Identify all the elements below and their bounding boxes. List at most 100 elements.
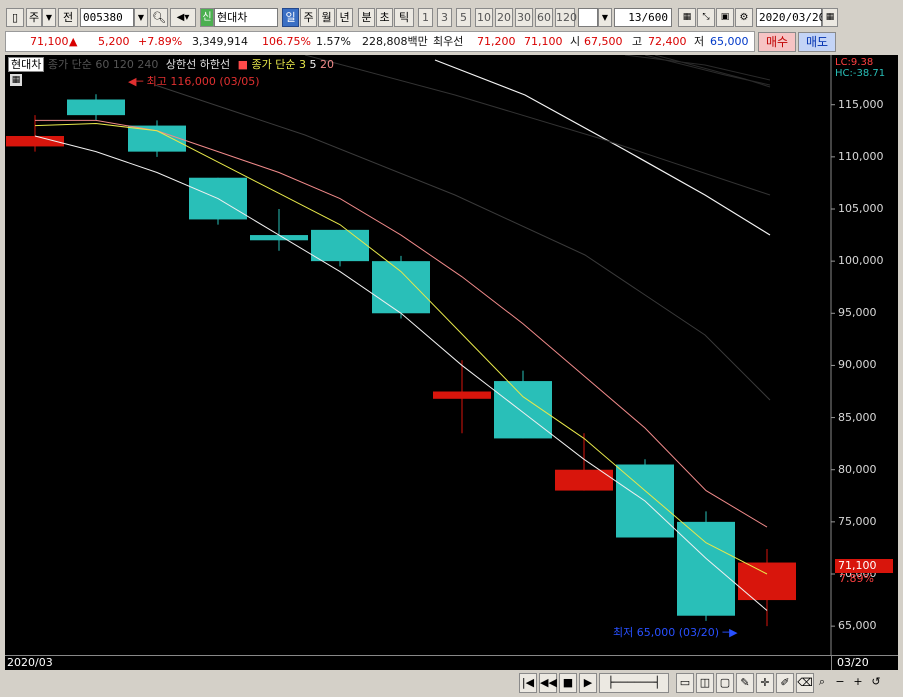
scroll-back-icon[interactable]: ◀◀ xyxy=(539,673,557,693)
frame-icon[interactable]: ▢ xyxy=(716,673,734,693)
candle-body[interactable] xyxy=(250,235,308,241)
zoom-slider[interactable]: ├──────┤ xyxy=(599,673,669,693)
open-price: 67,500 xyxy=(584,35,623,48)
interval-60[interactable]: 60 xyxy=(535,8,553,27)
candle-body[interactable] xyxy=(494,381,552,439)
custom-interval-dropdown-icon[interactable]: ▼ xyxy=(598,8,612,27)
hc-label: HC:-38.71 xyxy=(835,68,886,79)
gear-icon[interactable]: ⚙ xyxy=(735,8,753,27)
interval-30[interactable]: 30 xyxy=(515,8,533,27)
candle-body[interactable] xyxy=(128,125,186,152)
change-up-icon: ▲ xyxy=(69,35,78,48)
reset-icon[interactable]: ↺ xyxy=(868,673,884,693)
legend-ma-5: 5 xyxy=(309,58,317,71)
date-start-label: 2020/03 xyxy=(7,656,53,669)
legend-ma-20: 20 xyxy=(319,58,334,71)
sell-button[interactable]: 매도 xyxy=(798,32,836,52)
best-ask: 71,200 xyxy=(477,35,516,48)
period-button[interactable]: 전 xyxy=(58,8,78,27)
legend-ma-3: 3 xyxy=(298,58,306,71)
window-icon[interactable]: ◫ xyxy=(696,673,714,693)
high-annotation: ◀─ 최고 116,000 (03/05) xyxy=(128,75,260,88)
tab-second[interactable]: 초 xyxy=(376,8,393,27)
legend-long-ma: 종가 단순 60 120 240 xyxy=(47,58,159,71)
price-tick-label: 100,000 xyxy=(838,254,884,268)
candle-body[interactable] xyxy=(433,391,491,399)
calendar-icon[interactable]: ▦ xyxy=(822,8,838,27)
open-label: 시 xyxy=(570,35,581,48)
date-input[interactable]: 2020/03/20 xyxy=(756,8,825,27)
magnifier-icon[interactable]: ⌕ xyxy=(814,673,830,693)
zoom-icon[interactable]: ⤡ xyxy=(697,8,715,27)
stock-name-field[interactable]: 현대차 xyxy=(214,8,278,27)
interval-5[interactable]: 5 xyxy=(456,8,471,27)
bottom-bar-spacer xyxy=(5,673,515,693)
last-price-tag: 71,100 xyxy=(835,559,893,573)
search-icon[interactable]: 🔍︎ xyxy=(150,8,168,27)
new-badge: 신 xyxy=(200,8,214,27)
chart-type-icon[interactable]: ▯ xyxy=(6,8,24,27)
low-label: 저 xyxy=(694,35,705,48)
play-icon[interactable]: ▶ xyxy=(579,673,597,693)
grid-icon[interactable]: ▦ xyxy=(678,8,696,27)
date-axis: 2020/03 03/20 xyxy=(5,655,898,670)
long-ma-lines xyxy=(154,55,771,401)
market-type-select[interactable]: 주 xyxy=(26,8,42,27)
chart-legend: 현대차 종가 단순 60 120 240 상한선 하한선 ■ 종가 단순 3 5… xyxy=(8,56,334,72)
layout-icon[interactable]: ▭ xyxy=(676,673,694,693)
price-tick-label: 90,000 xyxy=(838,358,877,372)
current-price: 71,100 xyxy=(30,35,69,48)
interval-1[interactable]: 1 xyxy=(418,8,433,27)
candle-body[interactable] xyxy=(738,562,796,601)
count-field[interactable]: 13/600 xyxy=(614,8,672,27)
draw-icon[interactable]: ✎ xyxy=(736,673,754,693)
legend-upper-limit: 상한선 xyxy=(165,58,197,71)
stock-code-input[interactable]: 005380 xyxy=(80,8,134,27)
turnover-rate: 1.57% xyxy=(316,35,351,48)
scroll-first-icon[interactable]: |◀ xyxy=(519,673,537,693)
crosshair-icon[interactable]: ✛ xyxy=(756,673,774,693)
interval-20[interactable]: 20 xyxy=(495,8,513,27)
left-arrow-icon: ◀─ xyxy=(128,75,144,88)
high-price: 72,400 xyxy=(648,35,687,48)
price-tick-label: 105,000 xyxy=(838,202,884,215)
buy-button[interactable]: 매수 xyxy=(758,32,796,52)
chart-settings-icon[interactable]: ▦ xyxy=(10,74,22,86)
speaker-icon[interactable]: ◀▾ xyxy=(170,8,196,27)
eraser-icon[interactable]: ⌫ xyxy=(796,673,814,693)
tab-weekly[interactable]: 주 xyxy=(300,8,317,27)
pencil-icon[interactable]: ✐ xyxy=(776,673,794,693)
tab-minute[interactable]: 분 xyxy=(358,8,375,27)
last-pct-tag: 7.89% xyxy=(839,572,874,585)
zoom-out-icon[interactable]: − xyxy=(832,673,848,693)
volume-ratio: 106.75% xyxy=(262,35,311,48)
tab-monthly[interactable]: 월 xyxy=(318,8,335,27)
best-bid: 71,100 xyxy=(524,35,563,48)
stop-icon[interactable]: ■ xyxy=(559,673,577,693)
price-tick-label: 95,000 xyxy=(838,306,877,320)
interval-10[interactable]: 10 xyxy=(475,8,493,27)
volume: 3,349,914 xyxy=(192,35,248,48)
save-icon[interactable]: ▣ xyxy=(716,8,734,27)
candle-body[interactable] xyxy=(67,99,125,116)
price-change-pct: +7.89% xyxy=(138,35,183,48)
candle-body[interactable] xyxy=(677,521,735,616)
zoom-in-icon[interactable]: + xyxy=(850,673,866,693)
custom-interval-input[interactable] xyxy=(578,8,598,27)
low-price: 65,000 xyxy=(710,35,749,48)
interval-120[interactable]: 120 xyxy=(555,8,577,27)
price-chart[interactable]: 현대차 종가 단순 60 120 240 상한선 하한선 ■ 종가 단순 3 5… xyxy=(5,55,898,655)
interval-3[interactable]: 3 xyxy=(437,8,452,27)
candle-body[interactable] xyxy=(372,261,430,314)
price-change: 5,200 xyxy=(98,35,130,48)
market-type-dropdown-icon[interactable]: ▼ xyxy=(42,8,56,27)
trade-amount: 228,808백만 xyxy=(362,35,428,48)
stock-code-dropdown-icon[interactable]: ▼ xyxy=(134,8,148,27)
price-tick-label: 85,000 xyxy=(838,410,877,424)
tab-yearly[interactable]: 년 xyxy=(336,8,353,27)
best-price-label: 최우선 xyxy=(433,35,464,48)
tab-daily[interactable]: 일 xyxy=(282,8,299,27)
candle-body[interactable] xyxy=(311,229,369,262)
tab-tick[interactable]: 틱 xyxy=(394,8,414,27)
price-tick-label: 110,000 xyxy=(838,149,884,163)
